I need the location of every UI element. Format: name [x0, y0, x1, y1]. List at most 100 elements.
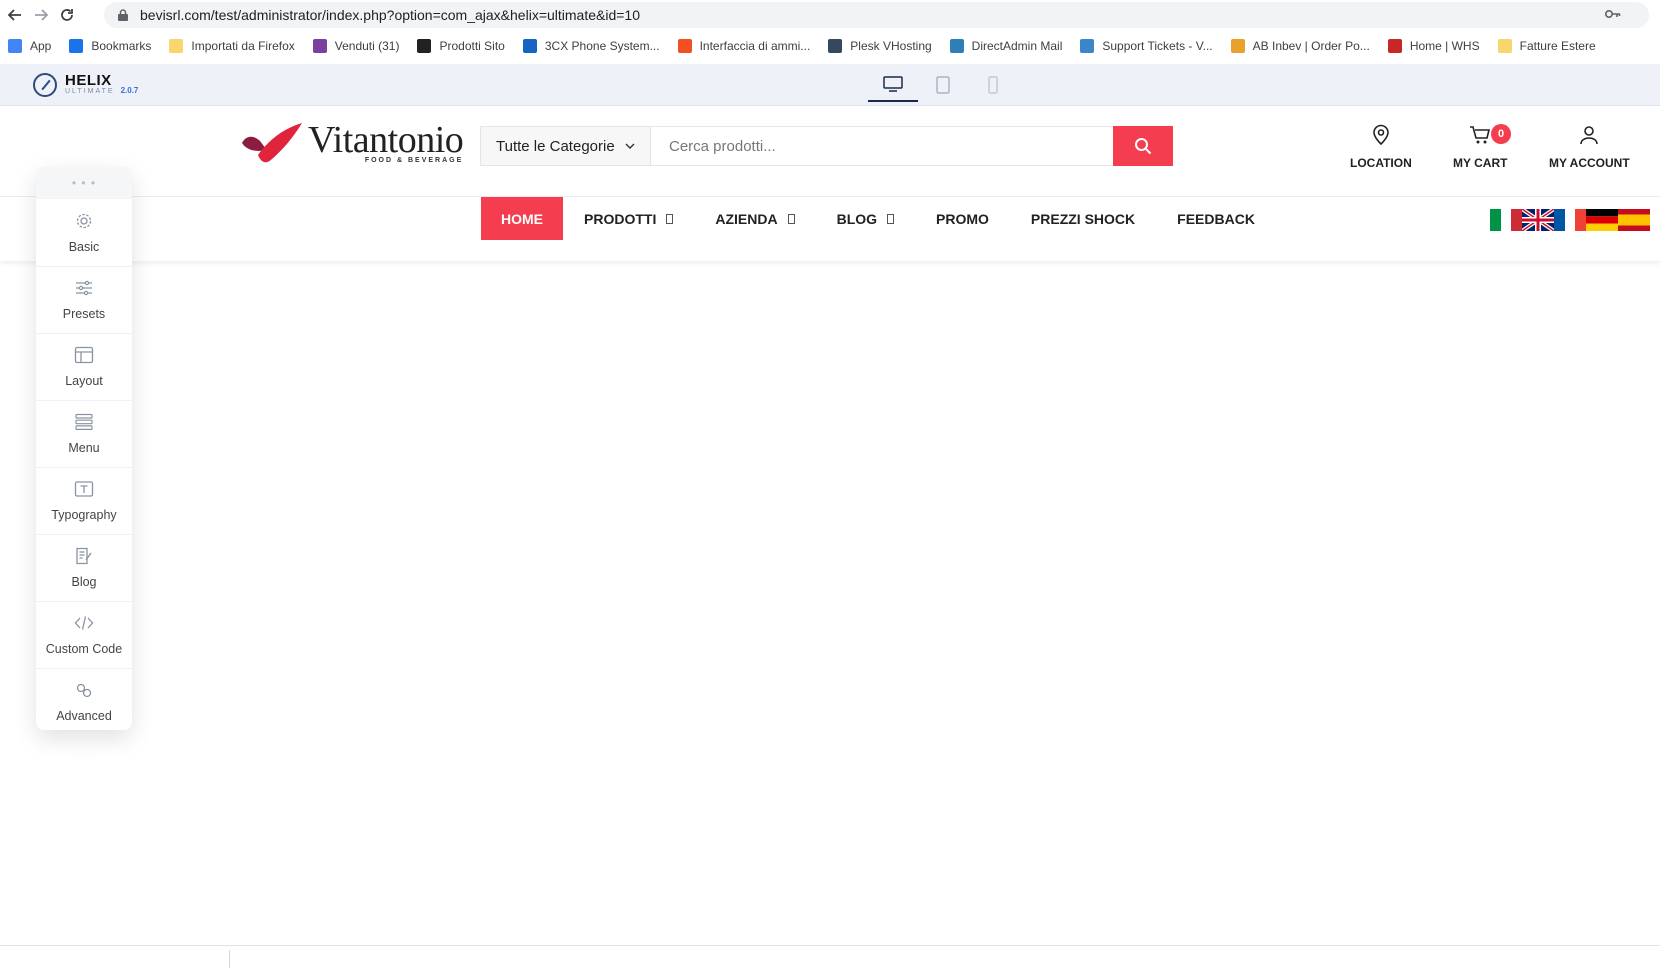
menu-item-home[interactable]: HOME: [481, 197, 563, 240]
helix-version: 2.0.7: [120, 85, 139, 95]
helix-sub: ULTIMATE: [65, 88, 115, 95]
main-navigation: HOME PRODOTTI AZIENDA BLOG PROMO PREZZI SHOCK…: [0, 197, 1660, 261]
mobile-icon: [988, 76, 998, 94]
bookmarks-bar: App Bookmarks Importati da Firefox Venduti …: [0, 33, 1660, 59]
desktop-icon: [883, 76, 903, 92]
back-button[interactable]: [4, 4, 26, 26]
drag-handle[interactable]: • • •: [36, 167, 132, 199]
site-logo[interactable]: Vitantonio FOOD & BEVERAGE: [240, 121, 464, 167]
advanced-icon: [76, 683, 92, 698]
search-form: Tutte le Categorie: [480, 126, 1173, 166]
bookmark-item[interactable]: Interfaccia di ammi...: [677, 39, 811, 53]
menu-item-label: PREZZI SHOCK: [1030, 210, 1136, 227]
browser-toolbar: bevisrl.com/test/administrator/index.php…: [0, 0, 1660, 30]
sidebar-item-label: Typography: [51, 508, 117, 522]
abinbev-icon: [1230, 39, 1245, 53]
sidebar-item-label: Advanced: [56, 709, 112, 723]
sidebar-item-layout[interactable]: Layout: [36, 333, 132, 400]
bookmark-item[interactable]: DirectAdmin Mail: [949, 39, 1062, 53]
menu-item-azienda[interactable]: AZIENDA: [694, 197, 815, 240]
bookmark-item[interactable]: Plesk VHosting: [828, 39, 932, 53]
desktop-view-button[interactable]: [868, 68, 918, 102]
search-input[interactable]: [651, 127, 1113, 165]
bookmark-item[interactable]: Home | WHS: [1387, 39, 1480, 53]
flag-france-icon[interactable]: [1554, 209, 1586, 231]
sidebar-item-typography[interactable]: Typography: [36, 467, 132, 534]
category-select-value: Tutte le Categorie: [496, 137, 615, 155]
chevron-down-icon: [625, 143, 635, 149]
menu-item-feedback[interactable]: FEEDBACK: [1156, 197, 1276, 240]
typography-icon: [74, 481, 94, 497]
bookmark-item[interactable]: App: [8, 39, 51, 53]
sidebar-item-label: Custom Code: [45, 642, 123, 656]
key-icon[interactable]: [1605, 8, 1621, 20]
helix-logo: HELIX ULTIMATE 2.0.7: [33, 73, 138, 97]
mobile-view-button[interactable]: [968, 68, 1018, 102]
account-link[interactable]: MY ACCOUNT: [1549, 124, 1630, 170]
bookmark-label: Prodotti Sito: [439, 39, 505, 53]
bookmark-label: Venduti (31): [334, 39, 400, 53]
cart-link[interactable]: MY CART 0: [1453, 124, 1511, 170]
sidebar-item-menu[interactable]: Menu: [36, 400, 132, 467]
menu-item-label: AZIENDA: [715, 210, 778, 227]
flag-germany-icon[interactable]: [1586, 209, 1618, 231]
cart-count-badge: 0: [1491, 124, 1511, 144]
location-link[interactable]: LOCATION: [1350, 124, 1412, 170]
menu-item-blog[interactable]: BLOG: [816, 197, 915, 240]
bookmark-item[interactable]: Bookmarks: [69, 39, 151, 53]
reload-button[interactable]: [56, 4, 78, 26]
cart-label: MY CART: [1453, 156, 1508, 170]
bookmark-label: AB Inbev | Order Po...: [1252, 39, 1370, 53]
apps-grid-icon: [8, 39, 22, 53]
cart-icon: [1470, 126, 1491, 144]
menu-item-label: HOME: [501, 210, 543, 227]
flag-italy-icon[interactable]: [1490, 209, 1522, 231]
sidebar-item-label: Layout: [65, 374, 103, 388]
tablet-view-button[interactable]: [918, 68, 968, 102]
sliders-icon: [76, 280, 92, 296]
sidebar-item-custom-code[interactable]: Custom Code: [36, 601, 132, 668]
bookmark-item[interactable]: Venduti (31): [312, 39, 400, 53]
search-button[interactable]: [1113, 126, 1173, 166]
search-icon: [1135, 138, 1152, 155]
arrow-left-icon: [7, 9, 21, 21]
helix-logo-icon: [33, 73, 57, 97]
bookmark-item[interactable]: Support Tickets - V...: [1080, 39, 1213, 53]
helix-brand: HELIX: [65, 72, 112, 89]
sidebar-item-advanced[interactable]: Advanced: [36, 668, 132, 735]
code-icon: [74, 616, 94, 630]
sidebar-item-label: Blog: [71, 575, 97, 589]
sidebar-item-label: Menu: [68, 441, 100, 455]
bookmark-item[interactable]: Prodotti Sito: [417, 39, 505, 53]
bookmark-label: Bookmarks: [91, 39, 152, 53]
menu-item-label: FEEDBACK: [1177, 210, 1255, 227]
bookmark-item[interactable]: Fatture Estere: [1497, 39, 1596, 53]
sidebar-item-presets[interactable]: Presets: [36, 266, 132, 333]
main-menu: HOME PRODOTTI AZIENDA BLOG PROMO PREZZI SHOCK…: [481, 197, 1276, 240]
footer-divider: [0, 945, 1660, 946]
arrow-right-icon: [35, 9, 49, 21]
sidebar-item-blog[interactable]: Blog: [36, 534, 132, 601]
3cx-icon: [522, 39, 537, 53]
flag-uk-icon[interactable]: [1522, 209, 1554, 231]
menu-item-promo[interactable]: PROMO: [915, 197, 1010, 240]
joomla-icon: [417, 39, 432, 53]
sidebar-item-basic[interactable]: Basic: [36, 199, 132, 266]
bookmark-item[interactable]: Importati da Firefox: [169, 39, 295, 53]
menu-item-prezzi-shock[interactable]: PREZZI SHOCK: [1010, 197, 1156, 240]
bookmark-item[interactable]: AB Inbev | Order Po...: [1230, 39, 1370, 53]
bookmark-item[interactable]: 3CX Phone System...: [522, 39, 660, 53]
forward-button[interactable]: [30, 4, 52, 26]
menu-item-prodotti[interactable]: PRODOTTI: [563, 197, 694, 240]
flag-spain-icon[interactable]: [1618, 209, 1650, 231]
menu-item-label: PROMO: [936, 210, 989, 227]
bookmark-label: Interfaccia di ammi...: [699, 39, 811, 53]
url-text: bevisrl.com/test/administrator/index.php…: [140, 7, 640, 23]
folder-icon: [1497, 39, 1512, 53]
plesk-icon: [828, 39, 843, 53]
blog-icon: [76, 547, 92, 565]
category-select[interactable]: Tutte le Categorie: [481, 127, 651, 165]
menu-item-label: PRODOTTI: [584, 210, 657, 227]
bookmark-label: Support Tickets - V...: [1102, 39, 1213, 53]
address-bar[interactable]: bevisrl.com/test/administrator/index.php…: [104, 2, 1649, 28]
